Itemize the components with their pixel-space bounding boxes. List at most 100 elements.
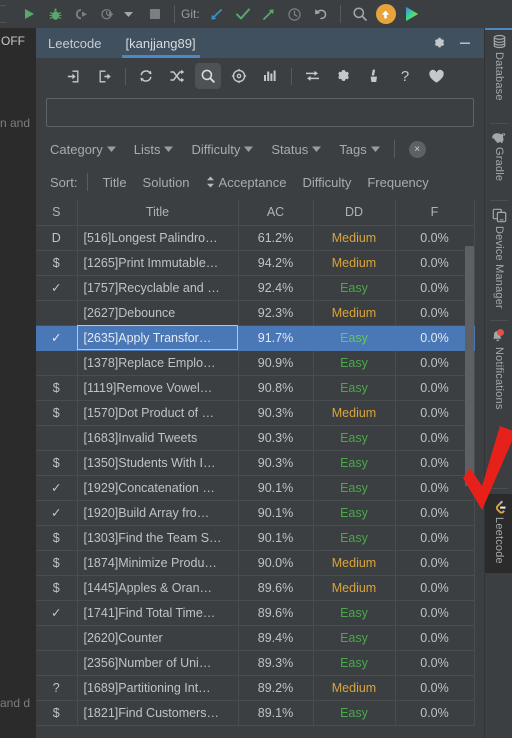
- cell-frequency[interactable]: 0.0%: [395, 625, 475, 651]
- cell-difficulty[interactable]: Easy: [313, 525, 396, 551]
- sign-out-icon[interactable]: [91, 63, 117, 89]
- cell-difficulty[interactable]: Easy: [313, 700, 396, 726]
- cell-acceptance[interactable]: 90.0%: [238, 550, 314, 576]
- statistics-icon[interactable]: [257, 63, 283, 89]
- cell-frequency[interactable]: 0.0%: [395, 425, 475, 451]
- refresh-icon[interactable]: [133, 63, 159, 89]
- cell-difficulty[interactable]: Easy: [313, 375, 396, 401]
- cell-acceptance[interactable]: 90.1%: [238, 475, 314, 501]
- cell-acceptance[interactable]: 92.3%: [238, 300, 314, 326]
- cell-title[interactable]: [1265]Print Immutable…: [77, 250, 239, 276]
- help-icon[interactable]: ?: [392, 63, 418, 89]
- sort-option-acceptance[interactable]: Acceptance: [219, 175, 287, 190]
- cell-difficulty[interactable]: Easy: [313, 600, 396, 626]
- cell-title[interactable]: [1874]Minimize Produ…: [77, 550, 239, 576]
- cell-difficulty[interactable]: Medium: [313, 400, 396, 426]
- table-row[interactable]: [1683]Invalid Tweets 90.3% Easy 0.0%: [36, 425, 475, 451]
- table-row[interactable]: $ [1821]Find Customers… 89.1% Easy 0.0%: [36, 700, 475, 726]
- table-row[interactable]: $ [1445]Apples & Oran… 89.6% Medium 0.0%: [36, 575, 475, 601]
- cell-status[interactable]: ?: [36, 675, 78, 701]
- cell-title[interactable]: [1445]Apples & Oran…: [77, 575, 239, 601]
- profiler-icon[interactable]: [94, 1, 120, 27]
- filter-tags[interactable]: Tags: [339, 142, 380, 157]
- cell-frequency[interactable]: 0.0%: [395, 500, 475, 526]
- cell-frequency[interactable]: 0.0%: [395, 475, 475, 501]
- cell-status[interactable]: $: [36, 375, 78, 401]
- search-icon[interactable]: [195, 63, 221, 89]
- cell-difficulty[interactable]: Easy: [313, 650, 396, 676]
- cell-difficulty[interactable]: Easy: [313, 450, 396, 476]
- cell-frequency[interactable]: 0.0%: [395, 550, 475, 576]
- ide-logo-icon[interactable]: [399, 1, 425, 27]
- table-row[interactable]: ✓ [1929]Concatenation … 90.1% Easy 0.0%: [36, 475, 475, 501]
- target-icon[interactable]: [226, 63, 252, 89]
- cell-acceptance[interactable]: 89.6%: [238, 600, 314, 626]
- cell-title[interactable]: [1929]Concatenation …: [77, 475, 239, 501]
- table-row[interactable]: $ [1119]Remove Vowel… 90.8% Easy 0.0%: [36, 375, 475, 401]
- cell-frequency[interactable]: 0.0%: [395, 375, 475, 401]
- table-row[interactable]: [1378]Replace Emplo… 90.9% Easy 0.0%: [36, 350, 475, 376]
- editor-tab-off[interactable]: OFF: [0, 28, 36, 54]
- cell-title[interactable]: [2356]Number of Uni…: [77, 650, 239, 676]
- cell-status[interactable]: $: [36, 450, 78, 476]
- cell-acceptance[interactable]: 90.9%: [238, 350, 314, 376]
- sort-direction-icon[interactable]: [206, 176, 215, 188]
- tab-kanjjang89[interactable]: [kanjjang89]: [114, 28, 208, 58]
- minimize-icon[interactable]: [452, 28, 478, 58]
- cell-frequency[interactable]: 0.0%: [395, 600, 475, 626]
- cell-acceptance[interactable]: 89.3%: [238, 650, 314, 676]
- cell-status[interactable]: $: [36, 525, 78, 551]
- run-with-coverage-icon[interactable]: [68, 1, 94, 27]
- cell-status[interactable]: [36, 650, 78, 676]
- cell-acceptance[interactable]: 90.1%: [238, 500, 314, 526]
- history-icon[interactable]: [282, 1, 308, 27]
- cell-acceptance[interactable]: 90.1%: [238, 525, 314, 551]
- cell-difficulty[interactable]: Easy: [313, 625, 396, 651]
- search-input[interactable]: [47, 99, 473, 126]
- table-row[interactable]: ✓ [1741]Find Total Time… 89.6% Easy 0.0%: [36, 600, 475, 626]
- cell-frequency[interactable]: 0.0%: [395, 675, 475, 701]
- table-row[interactable]: $ [1350]Students With I… 90.3% Easy 0.0%: [36, 450, 475, 476]
- cell-status[interactable]: ✓: [36, 325, 78, 351]
- sort-option-difficulty[interactable]: Difficulty: [302, 175, 351, 190]
- cell-difficulty[interactable]: Easy: [313, 500, 396, 526]
- table-scrollbar[interactable]: [465, 246, 474, 738]
- cell-status[interactable]: $: [36, 400, 78, 426]
- cell-acceptance[interactable]: 90.3%: [238, 400, 314, 426]
- submit-icon[interactable]: [299, 63, 325, 89]
- sign-in-icon[interactable]: [60, 63, 86, 89]
- cell-difficulty[interactable]: Medium: [313, 575, 396, 601]
- table-row[interactable]: ? [1689]Partitioning Int… 89.2% Medium 0.0%: [36, 675, 475, 701]
- cell-difficulty[interactable]: Easy: [313, 425, 396, 451]
- right-bar-item-device-manager[interactable]: Device Manager: [485, 208, 512, 309]
- filter-lists[interactable]: Lists: [134, 142, 174, 157]
- cell-frequency[interactable]: 0.0%: [395, 275, 475, 301]
- tab-leetcode[interactable]: Leetcode: [36, 28, 114, 58]
- table-row[interactable]: [2356]Number of Uni… 89.3% Easy 0.0%: [36, 650, 475, 676]
- cell-difficulty[interactable]: Medium: [313, 550, 396, 576]
- column-header-status[interactable]: S: [36, 200, 78, 226]
- git-update-icon[interactable]: [204, 1, 230, 27]
- cell-status[interactable]: $: [36, 700, 78, 726]
- right-bar-item-gradle[interactable]: Gradle: [485, 131, 512, 181]
- git-commit-icon[interactable]: [230, 1, 256, 27]
- cell-title[interactable]: [1757]Recyclable and …: [77, 275, 239, 301]
- cell-status[interactable]: $: [36, 550, 78, 576]
- column-header-title[interactable]: Title: [77, 200, 239, 226]
- cell-title[interactable]: [1570]Dot Product of …: [77, 400, 239, 426]
- cell-title[interactable]: [1683]Invalid Tweets: [77, 425, 239, 451]
- cell-acceptance[interactable]: 90.3%: [238, 450, 314, 476]
- sort-option-title[interactable]: Title: [102, 175, 126, 190]
- cell-acceptance[interactable]: 89.1%: [238, 700, 314, 726]
- clear-cache-icon[interactable]: [361, 63, 387, 89]
- table-row[interactable]: [2627]Debounce 92.3% Medium 0.0%: [36, 300, 475, 326]
- debug-icon[interactable]: [42, 1, 68, 27]
- cell-status[interactable]: ✓: [36, 500, 78, 526]
- cell-acceptance[interactable]: 92.4%: [238, 275, 314, 301]
- column-header-dd[interactable]: DD: [313, 200, 396, 226]
- undo-icon[interactable]: [308, 1, 334, 27]
- cell-acceptance[interactable]: 89.6%: [238, 575, 314, 601]
- cell-frequency[interactable]: 0.0%: [395, 650, 475, 676]
- chevron-down-icon[interactable]: [120, 1, 136, 27]
- cell-status[interactable]: [36, 425, 78, 451]
